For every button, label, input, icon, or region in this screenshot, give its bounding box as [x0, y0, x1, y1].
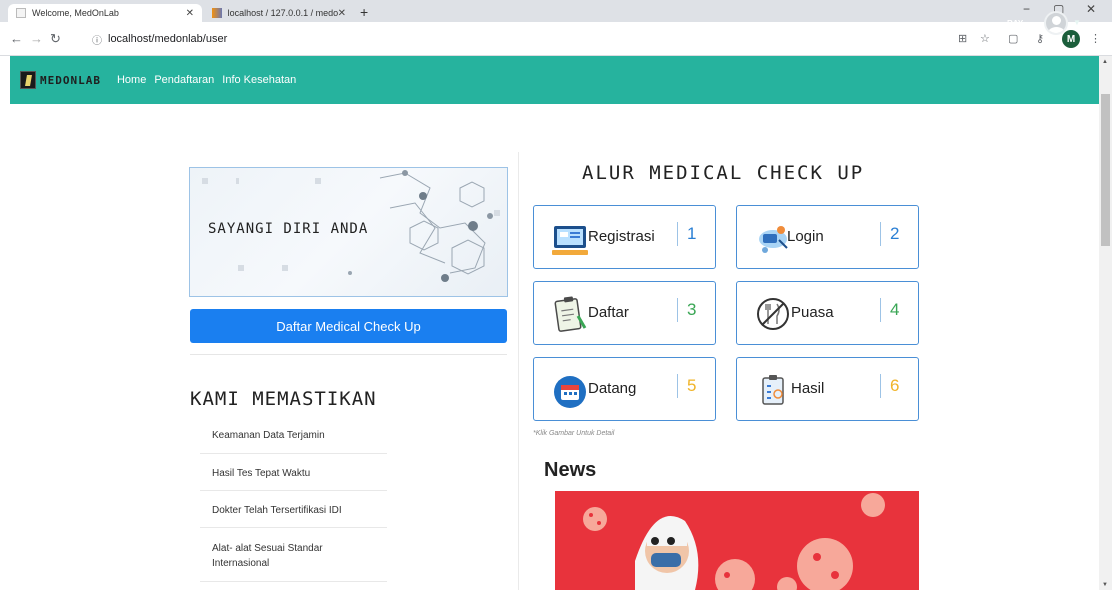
back-icon[interactable]: ←: [10, 31, 23, 46]
page-scrollbar[interactable]: ▲ ▼: [1099, 56, 1112, 590]
tab-title: Welcome, MedOnLab: [32, 8, 119, 18]
nav-link-info-kesehatan[interactable]: Info Kesehatan: [222, 74, 296, 86]
hero-banner: SAYANGI DIRI ANDA: [189, 167, 508, 297]
info-icon[interactable]: ⓘ: [92, 32, 102, 47]
report-icon: [762, 375, 784, 405]
hero-title: SAYANGI DIRI ANDA: [208, 221, 369, 237]
clipboard-icon: [554, 296, 587, 332]
flow-step-number: 2: [890, 224, 900, 243]
scroll-up-icon[interactable]: ▲: [1102, 59, 1108, 65]
brand-name: MedOnLab: [40, 73, 101, 87]
flow-step-label: Daftar: [588, 304, 629, 321]
flow-card-hasil[interactable]: Hasil 6: [736, 357, 919, 421]
forward-icon[interactable]: →: [30, 31, 43, 46]
flow-heading: ALUR MEDICAL CHECK UP: [582, 162, 865, 184]
url-text: localhost/medonlab/user: [108, 33, 228, 45]
flow-step-number: 3: [687, 300, 697, 319]
divider: [200, 453, 387, 454]
close-tab-icon[interactable]: ✕: [338, 8, 346, 19]
close-tab-icon[interactable]: ✕: [186, 8, 194, 19]
microscope-logo-icon: [20, 71, 36, 89]
browser-tab-active[interactable]: Welcome, MedOnLab ✕: [8, 4, 202, 22]
flow-step-label: Registrasi: [588, 228, 655, 245]
assurance-item: Keamanan Data Terjamin: [212, 430, 325, 441]
calendar-icon: [554, 376, 586, 408]
flow-card-login[interactable]: Login 2: [736, 205, 919, 269]
flow-step-label: Puasa: [791, 304, 834, 321]
reload-icon[interactable]: ↻: [50, 31, 61, 47]
user-avatar-icon[interactable]: [1044, 11, 1068, 35]
address-bar[interactable]: ⓘ localhost/medonlab/user: [92, 29, 952, 49]
flow-step-number: 1: [687, 224, 697, 243]
flow-card-daftar[interactable]: Daftar 3: [533, 281, 716, 345]
tab-title: localhost / 127.0.0.1 / medonlab: [227, 8, 338, 18]
divider: [677, 222, 678, 246]
divider: [880, 222, 881, 246]
flow-step-label: Datang: [588, 380, 637, 397]
new-tab-icon[interactable]: +: [360, 4, 368, 20]
flow-step-number: 6: [890, 376, 900, 395]
user-name[interactable]: RAY: [1007, 19, 1023, 28]
brand[interactable]: MedOnLab: [20, 71, 101, 89]
assurance-item: Hasil Tes Tepat Waktu: [212, 468, 311, 479]
flow-step-label: Hasil: [791, 380, 825, 397]
divider: [200, 490, 387, 491]
news-heading: News: [544, 459, 597, 481]
nav-link-pendaftaran[interactable]: Pendaftaran: [154, 74, 214, 86]
daftar-medical-check-up-button[interactable]: Daftar Medical Check Up: [190, 309, 507, 343]
scrollbar-thumb[interactable]: [1101, 94, 1110, 246]
assurance-heading: KAMI MEMASTIKAN: [190, 388, 377, 410]
browser-tab-strip: Welcome, MedOnLab ✕ localhost / 127.0.0.…: [0, 0, 1112, 22]
column-divider: [518, 152, 519, 590]
login-icon: [759, 226, 788, 253]
assurance-item: Dokter Telah Tersertifikasi IDI: [212, 505, 342, 516]
menu-kebab-icon[interactable]: ⋮: [1090, 32, 1101, 45]
close-window-icon[interactable]: ✕: [1086, 2, 1096, 16]
divider: [677, 374, 678, 398]
site-favicon-icon: [16, 8, 26, 18]
computer-icon: [552, 226, 588, 255]
virus-illustration: [555, 491, 919, 590]
divider: [880, 374, 881, 398]
app-navbar: MedOnLab Home Pendaftaran Info Kesehatan: [10, 56, 1099, 104]
chevron-down-icon[interactable]: ▼: [1073, 18, 1081, 27]
no-food-icon: [757, 298, 789, 330]
divider: [200, 527, 387, 528]
divider: [677, 298, 678, 322]
flow-step-label: Login: [787, 228, 824, 245]
flow-card-puasa[interactable]: Puasa 4: [736, 281, 919, 345]
minimize-icon[interactable]: −: [1023, 2, 1030, 16]
divider: [200, 581, 387, 582]
flow-hint: *Klik Gambar Untuk Detail: [533, 430, 615, 437]
translate-icon[interactable]: ⊞: [958, 32, 967, 45]
bookmark-star-icon[interactable]: ☆: [980, 32, 990, 45]
assurance-item: Alat- alat Sesuai Standar Internasional: [212, 543, 323, 569]
browser-tab-inactive[interactable]: localhost / 127.0.0.1 / medonlab ✕: [204, 4, 354, 22]
divider: [190, 354, 507, 355]
flow-card-registrasi[interactable]: Registrasi 1: [533, 205, 716, 269]
nav-link-home[interactable]: Home: [117, 74, 146, 86]
phpmyadmin-favicon-icon: [212, 8, 222, 18]
flow-step-number: 5: [687, 376, 697, 395]
news-image[interactable]: [555, 491, 919, 590]
extension-icon[interactable]: ▢: [1008, 32, 1018, 45]
flow-step-number: 4: [890, 300, 900, 319]
key-icon[interactable]: ⚷: [1036, 32, 1044, 45]
flow-card-datang[interactable]: Datang 5: [533, 357, 716, 421]
divider: [880, 298, 881, 322]
scroll-down-icon[interactable]: ▼: [1102, 582, 1108, 588]
browser-toolbar: ← → ↻ ⓘ localhost/medonlab/user ⊞ ☆ ▢ ⚷ …: [0, 22, 1112, 56]
